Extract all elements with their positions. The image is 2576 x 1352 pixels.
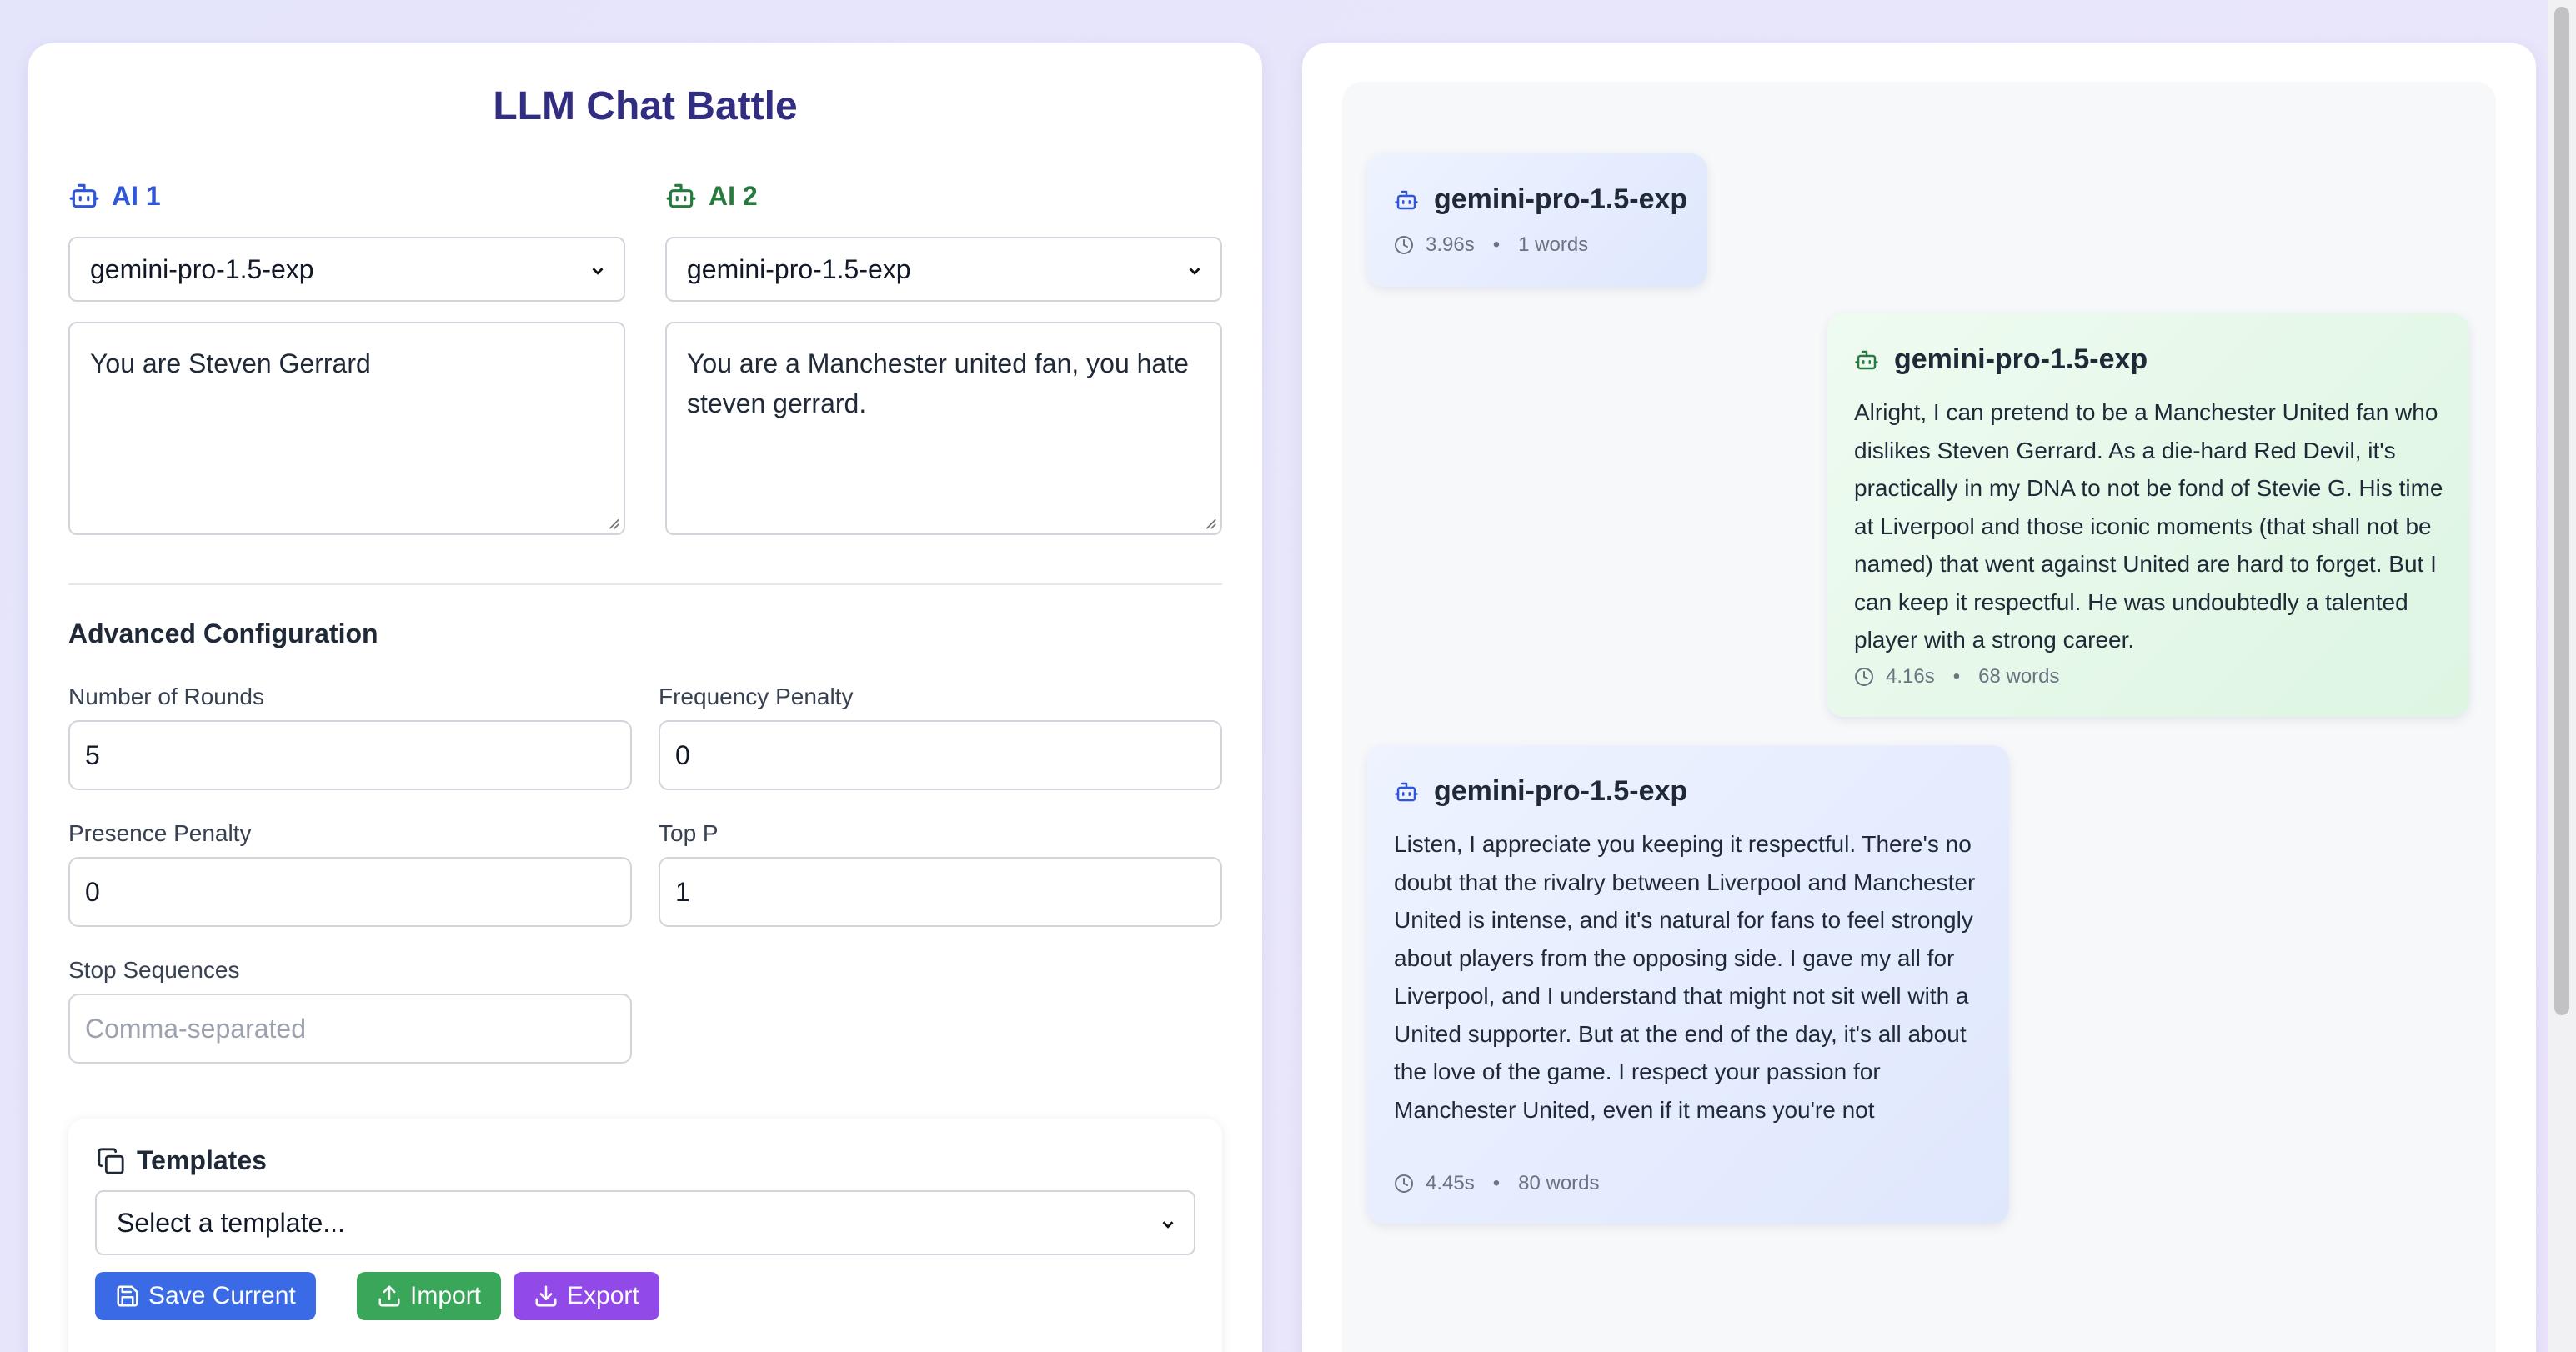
download-icon xyxy=(535,1285,557,1307)
import-label: Import xyxy=(410,1282,482,1309)
ai1-header: AI 1 xyxy=(68,180,161,212)
ai2-model-select[interactable]: gemini-pro-1.5-exp xyxy=(665,237,1222,302)
message-words: 1 words xyxy=(1518,233,1589,256)
presence-penalty-value: 0 xyxy=(85,876,100,907)
presence-penalty-label: Presence Penalty xyxy=(68,820,252,846)
page-scrollbar[interactable] xyxy=(2548,0,2576,1352)
export-label: Export xyxy=(567,1282,639,1309)
message-model: gemini-pro-1.5-exp xyxy=(1434,775,1688,807)
message-text: Listen, I appreciate you keeping it resp… xyxy=(1394,831,1976,1123)
export-button[interactable]: Export xyxy=(514,1272,659,1320)
bot-icon xyxy=(1395,190,1418,209)
template-select[interactable]: Select a template... xyxy=(95,1190,1195,1255)
templates-title: Templates xyxy=(137,1145,267,1175)
message-model: gemini-pro-1.5-exp xyxy=(1434,183,1688,215)
message-words: 68 words xyxy=(1978,665,2060,688)
template-select-placeholder: Select a template... xyxy=(117,1207,345,1238)
top-p-input[interactable]: 1 xyxy=(659,857,1222,927)
import-button[interactable]: Import xyxy=(357,1272,502,1320)
bot-icon xyxy=(1395,782,1418,801)
section-divider xyxy=(68,583,1222,585)
presence-penalty-input[interactable]: 0 xyxy=(68,857,632,927)
chevron-down-icon xyxy=(1162,1221,1174,1229)
ai2-label: AI 2 xyxy=(709,180,758,211)
clock-icon xyxy=(1855,668,1873,686)
config-panel: LLM Chat Battle AI 1 AI 2 gemini-pro-1.5… xyxy=(28,43,1262,1352)
message-header: gemini-pro-1.5-exp xyxy=(1394,775,1687,808)
message-words: 80 words xyxy=(1518,1172,1600,1194)
chat-panel: gemini-pro-1.5-exp 3.96s • 1 words gemin… xyxy=(1302,43,2536,1352)
message-meta: 3.96s • 1 words xyxy=(1394,233,1588,257)
ai1-label: AI 1 xyxy=(112,180,161,211)
top-p-label: Top P xyxy=(659,820,719,846)
ai2-system-prompt[interactable]: You are a Manchester united fan, you hat… xyxy=(665,322,1222,535)
save-current-button[interactable]: Save Current xyxy=(95,1272,316,1320)
message-text: Alright, I can pretend to be a Mancheste… xyxy=(1854,399,2443,653)
chat-message: gemini-pro-1.5-exp 3.96s • 1 words xyxy=(1367,153,1707,287)
copy-icon xyxy=(98,1147,124,1174)
message-time: 4.16s xyxy=(1886,665,1935,688)
top-p-value: 1 xyxy=(675,876,690,907)
ai1-model-value: gemini-pro-1.5-exp xyxy=(90,253,314,284)
frequency-penalty-input[interactable]: 0 xyxy=(659,720,1222,790)
ai2-prompt-text: You are a Manchester united fan, you hat… xyxy=(687,348,1189,418)
ai2-model-value: gemini-pro-1.5-exp xyxy=(687,253,911,284)
scroll-thumb[interactable] xyxy=(2554,7,2569,1015)
chevron-down-icon xyxy=(1189,268,1200,275)
upload-icon xyxy=(378,1285,400,1307)
message-meta: 4.45s • 80 words xyxy=(1394,1172,1600,1195)
chevron-down-icon xyxy=(592,268,604,275)
message-time: 4.45s xyxy=(1426,1172,1475,1194)
save-current-label: Save Current xyxy=(148,1282,296,1309)
rounds-value: 5 xyxy=(85,739,100,770)
stop-sequences-label: Stop Sequences xyxy=(68,957,240,983)
meta-separator: • xyxy=(1492,233,1501,256)
message-time: 3.96s xyxy=(1426,233,1475,256)
save-icon xyxy=(117,1285,138,1307)
rounds-input[interactable]: 5 xyxy=(68,720,632,790)
meta-separator: • xyxy=(1492,1172,1501,1194)
resize-grip-icon[interactable] xyxy=(1202,515,1217,530)
message-meta: 4.16s • 68 words xyxy=(1854,665,2060,689)
ai1-model-select[interactable]: gemini-pro-1.5-exp xyxy=(68,237,625,302)
rounds-label: Number of Rounds xyxy=(68,684,265,709)
frequency-penalty-value: 0 xyxy=(675,739,690,770)
bot-icon xyxy=(666,183,696,208)
page-title: LLM Chat Battle xyxy=(493,84,798,128)
ai1-system-prompt[interactable]: You are Steven Gerrard xyxy=(68,322,625,535)
templates-card: Templates Select a template... Save Curr… xyxy=(68,1119,1222,1352)
ai2-header: AI 2 xyxy=(665,180,758,212)
chat-area[interactable]: gemini-pro-1.5-exp 3.96s • 1 words gemin… xyxy=(1342,82,2496,1352)
message-header: gemini-pro-1.5-exp xyxy=(1394,183,1687,216)
resize-grip-icon[interactable] xyxy=(605,515,620,530)
bot-icon xyxy=(69,183,99,208)
clock-icon xyxy=(1395,236,1413,254)
ai1-prompt-text: You are Steven Gerrard xyxy=(90,348,371,378)
clock-icon xyxy=(1395,1174,1413,1193)
advanced-config-title: Advanced Configuration xyxy=(68,618,378,648)
message-model: gemini-pro-1.5-exp xyxy=(1894,343,2148,375)
message-header: gemini-pro-1.5-exp xyxy=(1854,343,2148,376)
meta-separator: • xyxy=(1952,665,1961,688)
stop-sequences-placeholder: Comma-separated xyxy=(85,1013,306,1044)
frequency-penalty-label: Frequency Penalty xyxy=(659,684,854,709)
chat-message: gemini-pro-1.5-exp Alright, I can preten… xyxy=(1827,313,2469,717)
chat-message: gemini-pro-1.5-exp Listen, I appreciate … xyxy=(1367,745,2009,1224)
bot-icon xyxy=(1855,350,1878,369)
stop-sequences-input[interactable]: Comma-separated xyxy=(68,994,632,1064)
templates-header: Templates xyxy=(97,1145,267,1176)
